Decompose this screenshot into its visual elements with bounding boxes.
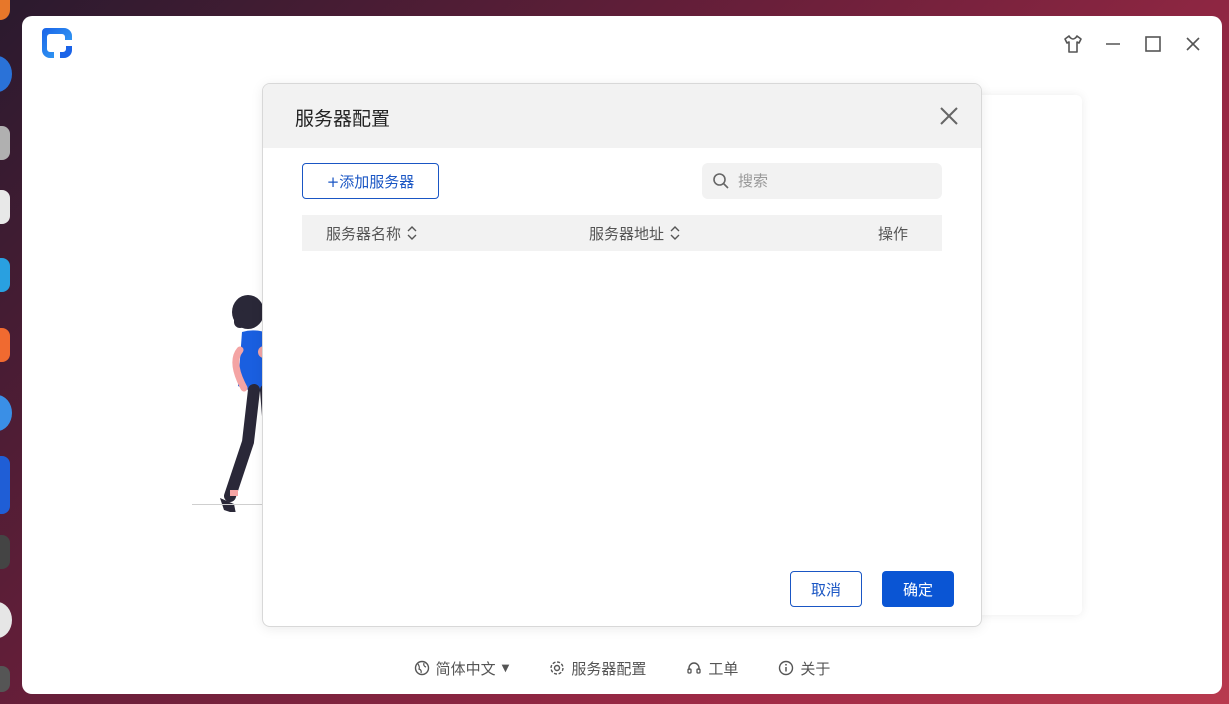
dock-app-icon[interactable] [0, 535, 10, 569]
language-selector[interactable]: 简体中文 ▼ [414, 658, 510, 679]
column-server-address[interactable]: 服务器地址 [589, 223, 680, 244]
gear-icon [550, 661, 565, 675]
dock-app-icon[interactable] [0, 0, 10, 20]
dock-app-icon[interactable] [0, 395, 12, 431]
caret-down-icon: ▼ [501, 662, 510, 674]
ground-line [192, 504, 272, 505]
search-input[interactable] [738, 172, 928, 190]
language-label: 简体中文 [435, 659, 496, 678]
dock-app-icon[interactable] [0, 56, 12, 92]
dock-app-icon[interactable] [0, 602, 12, 638]
globe-icon [414, 660, 429, 676]
column-server-name-label: 服务器名称 [326, 224, 402, 243]
headset-icon [687, 662, 701, 674]
add-server-button[interactable]: +添加服务器 [302, 163, 439, 199]
minimize-icon[interactable] [1101, 32, 1125, 56]
about-label: 关于 [800, 659, 831, 678]
ticket-link[interactable]: 工单 [686, 658, 738, 679]
dialog-title: 服务器配置 [295, 108, 391, 130]
dock-app-icon[interactable] [0, 190, 10, 224]
server-table-header: 服务器名称 服务器地址 操作 [302, 215, 942, 251]
maximize-icon[interactable] [1141, 32, 1165, 56]
dock-app-icon[interactable] [0, 258, 10, 292]
sort-icon [670, 226, 680, 240]
app-logo-icon [42, 28, 72, 58]
close-icon[interactable] [937, 104, 961, 128]
column-actions: 操作 [878, 223, 908, 244]
dock-app-icon[interactable] [0, 456, 10, 514]
cancel-button[interactable]: 取消 [790, 571, 862, 607]
search-box[interactable] [702, 163, 942, 199]
info-icon [779, 660, 794, 676]
dock-app-icon[interactable] [0, 666, 10, 692]
server-config-dialog: 服务器配置 +添加服务器 服务器名称 服务器地址 操作 取消 确定 [262, 83, 982, 627]
about-link[interactable]: 关于 [778, 658, 830, 679]
close-window-icon[interactable] [1181, 32, 1205, 56]
ticket-label: 工单 [708, 659, 739, 678]
dialog-header: 服务器配置 [263, 84, 981, 148]
server-config-label: 服务器配置 [571, 659, 647, 678]
column-actions-label: 操作 [878, 224, 909, 243]
desktop-dock [0, 0, 22, 704]
server-config-link[interactable]: 服务器配置 [549, 658, 646, 679]
dock-app-icon[interactable] [0, 126, 10, 160]
confirm-button[interactable]: 确定 [882, 571, 954, 607]
search-icon [713, 173, 729, 189]
column-server-address-label: 服务器地址 [589, 224, 665, 243]
sort-icon [407, 226, 417, 240]
column-server-name[interactable]: 服务器名称 [326, 223, 417, 244]
theme-skin-icon[interactable] [1061, 32, 1085, 56]
dock-app-icon[interactable] [0, 328, 10, 362]
footer-bar: 简体中文 ▼ 服务器配置 工单 关于 [22, 656, 1222, 680]
